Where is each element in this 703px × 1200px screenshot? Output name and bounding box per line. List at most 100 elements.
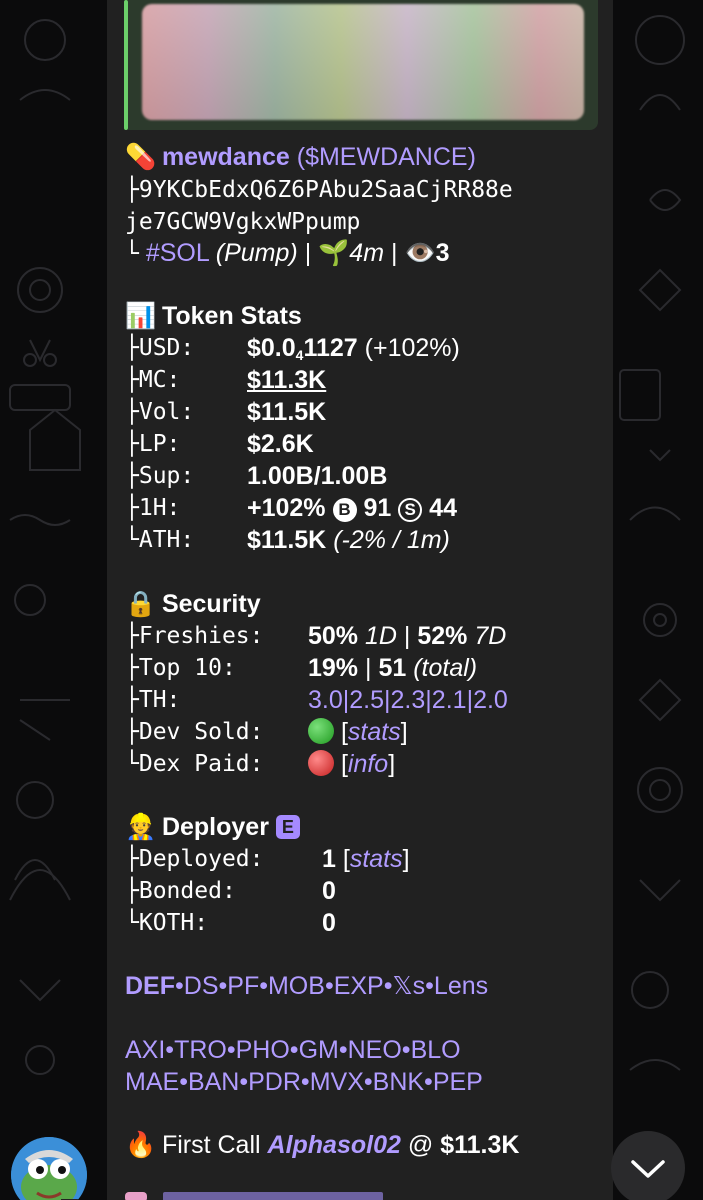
- mc-label: MC:: [138, 367, 181, 393]
- tree-end: └: [125, 241, 139, 267]
- token-name-link[interactable]: mewdance: [162, 143, 290, 171]
- th-value-link[interactable]: 3.0: [308, 686, 343, 714]
- chevron-down-icon: [631, 1160, 665, 1178]
- first-caller-link[interactable]: Alphasol02: [268, 1131, 401, 1159]
- link-pf[interactable]: PF: [227, 972, 259, 1000]
- th-value-link[interactable]: 2.1: [432, 686, 467, 714]
- dex-paid-info-link[interactable]: info: [348, 750, 388, 778]
- mc-value[interactable]: $11.3K: [247, 364, 326, 396]
- dev-sold-stats-link[interactable]: stats: [348, 718, 401, 746]
- link-exp[interactable]: EXP: [334, 972, 384, 1000]
- viewer-count: 3: [435, 239, 450, 267]
- cut-off-text: [163, 1192, 384, 1200]
- deployed-stats-link[interactable]: stats: [350, 845, 403, 873]
- security-title: Security: [161, 590, 261, 618]
- token-age: 4m: [349, 239, 385, 267]
- ath-detail: (-2% / 1m): [333, 526, 450, 554]
- token-ticker: ($MEWDANCE): [296, 143, 476, 171]
- scroll-down-button[interactable]: [611, 1131, 685, 1200]
- lock-icon: 🔒: [125, 590, 157, 618]
- first-call-value: $11.3K: [440, 1131, 520, 1159]
- lp-label: LP:: [138, 431, 181, 457]
- link-neo[interactable]: NEO: [348, 1036, 402, 1064]
- first-call-line: 🔥 First Call Alphasol02 @ $11.3K: [125, 1129, 519, 1161]
- link-mvx[interactable]: MVX: [310, 1068, 364, 1096]
- th-value-link[interactable]: 2.5: [349, 686, 384, 714]
- seedling-icon: 🌱: [318, 239, 350, 267]
- koth-label: KOTH:: [138, 910, 209, 936]
- link-pdr[interactable]: PDR: [248, 1068, 301, 1096]
- ath-label: ATH:: [138, 527, 195, 553]
- link-gm[interactable]: GM: [299, 1036, 339, 1064]
- h1-sells: 44: [429, 494, 457, 522]
- link-def[interactable]: DEF: [125, 972, 175, 1000]
- vol-value: $11.5K: [247, 398, 327, 426]
- separator: |: [304, 239, 312, 267]
- dev-sold-label: Dev Sold:: [138, 719, 264, 745]
- link-preview-image[interactable]: [142, 4, 584, 120]
- bonded-label: Bonded:: [138, 878, 236, 904]
- link-mae[interactable]: MAE: [125, 1068, 179, 1096]
- top10-label: Top 10:: [138, 655, 236, 681]
- buy-icon: B: [332, 498, 357, 522]
- usd-price: $0.041127: [247, 334, 358, 363]
- deployed-label: Deployed:: [138, 846, 264, 872]
- security-heading: 🔒 Security: [125, 588, 261, 620]
- chain-hashtag[interactable]: #SOL: [146, 239, 209, 267]
- eye-icon: 👁️: [404, 239, 436, 267]
- usd-label: USD:: [138, 335, 195, 361]
- sell-icon: S: [398, 498, 423, 522]
- token-address-part2[interactable]: je7GCW9VgkxWPpump: [125, 209, 360, 235]
- token-stats-title: Token Stats: [161, 302, 302, 330]
- green-circle-icon: [308, 718, 334, 744]
- freshies-label: Freshies:: [138, 623, 264, 649]
- th-value-link[interactable]: 2.3: [391, 686, 426, 714]
- h1-change: +102%: [247, 494, 326, 522]
- h1-buys: 91: [363, 494, 392, 522]
- token-title-line: 💊 mewdance ($MEWDANCE): [125, 141, 476, 173]
- cut-off-line: [125, 1186, 545, 1200]
- tree-branch: ├: [125, 177, 139, 203]
- link-ds[interactable]: DS: [184, 972, 219, 1000]
- lp-value: $2.6K: [247, 430, 314, 458]
- avatar[interactable]: [11, 1137, 87, 1200]
- link-blo[interactable]: BLO: [411, 1036, 461, 1064]
- deployer-title: Deployer: [161, 813, 269, 841]
- link-pep[interactable]: PEP: [433, 1068, 483, 1096]
- link-xs[interactable]: 𝕏s: [393, 972, 426, 1000]
- link-pho[interactable]: PHO: [236, 1036, 290, 1064]
- ath-value: $11.5K: [247, 526, 327, 554]
- deployer-heading: 👷 Deployer E: [125, 811, 300, 843]
- tree-branch: ├: [125, 335, 139, 361]
- at-sign: @: [407, 1131, 434, 1159]
- fire-icon: 🔥: [125, 1131, 157, 1159]
- dex-paid-label: Dex Paid:: [138, 751, 264, 777]
- link-tro[interactable]: TRO: [174, 1036, 227, 1064]
- pill-icon: 💊: [125, 143, 157, 171]
- usd-change: (+102%): [364, 334, 460, 362]
- sup-value: 1.00B/1.00B: [247, 462, 388, 490]
- th-value-link[interactable]: 2.0: [473, 686, 508, 714]
- link-axi[interactable]: AXI: [125, 1036, 165, 1064]
- link-mob[interactable]: MOB: [268, 972, 325, 1000]
- token-address-part1[interactable]: 9YKCbEdxQ6Z6PAbu2SaaCjRR88e: [139, 177, 513, 203]
- frog-avatar-icon: [11, 1137, 87, 1200]
- link-bnk[interactable]: BNK: [373, 1068, 424, 1096]
- token-address-line-2[interactable]: je7GCW9VgkxWPpump: [125, 205, 360, 238]
- links-row-2: AXI•TRO•PHO•GM•NEO•BLO: [125, 1036, 461, 1064]
- links-row-3: MAE•BAN•PDR•MVX•BNK•PEP: [125, 1068, 483, 1096]
- cut-off-emoji: [125, 1192, 147, 1200]
- deployed-value: 1: [322, 845, 336, 873]
- link-preview-accent-bar: [124, 0, 128, 130]
- h1-label: 1H:: [138, 495, 181, 521]
- link-ban[interactable]: BAN: [188, 1068, 239, 1096]
- token-stats-heading: 📊 Token Stats: [125, 300, 302, 332]
- sup-label: Sup:: [138, 463, 195, 489]
- token-address-line-1[interactable]: ├9YKCbEdxQ6Z6PAbu2SaaCjRR88e: [125, 173, 513, 206]
- links-row-1: DEF•DS•PF•MOB•EXP•𝕏s•Lens: [125, 972, 489, 1000]
- first-call-label: First Call: [161, 1131, 261, 1159]
- bonded-value: 0: [322, 877, 336, 905]
- link-lens[interactable]: Lens: [434, 972, 488, 1000]
- token-meta-line: └ #SOL (Pump) | 🌱4m | 👁️3: [125, 237, 449, 270]
- red-circle-icon: [308, 750, 334, 776]
